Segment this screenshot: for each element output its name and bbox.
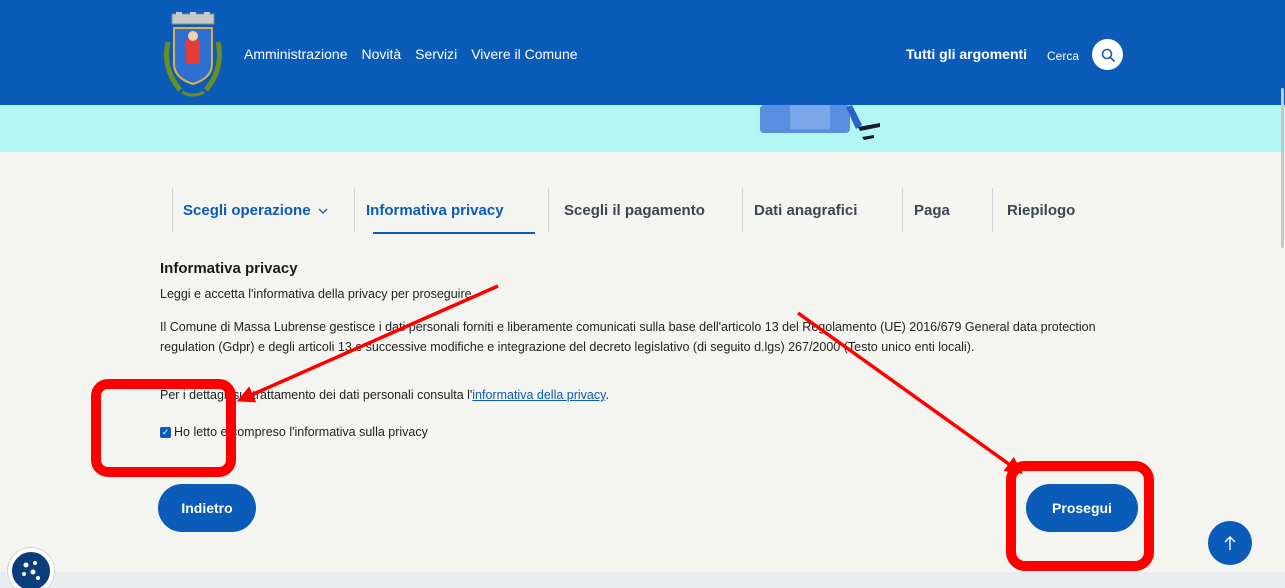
- step-riepilogo[interactable]: Riepilogo: [992, 188, 1112, 232]
- privacy-details-text: Per i dettagli sul trattamento dei dati …: [160, 388, 609, 402]
- chevron-down-icon: [318, 208, 328, 214]
- search-icon: [1101, 48, 1115, 62]
- checkbox-checked-icon[interactable]: ✓: [160, 426, 171, 438]
- hero-illustration: [760, 105, 880, 140]
- details-suffix: .: [605, 388, 609, 402]
- nav-servizi[interactable]: Servizi: [415, 46, 457, 62]
- intro-text: Leggi e accetta l'informativa della priv…: [160, 287, 472, 301]
- nav-vivere-il-comune[interactable]: Vivere il Comune: [471, 46, 577, 62]
- back-button[interactable]: Indietro: [158, 484, 256, 532]
- nav-amministrazione[interactable]: Amministrazione: [244, 46, 347, 62]
- step-dati-anagrafici[interactable]: Dati anagrafici: [742, 188, 902, 232]
- step-label: Informativa privacy: [366, 202, 504, 219]
- search-label[interactable]: Cerca: [1047, 49, 1079, 63]
- scrollbar-thumb[interactable]: [1281, 88, 1284, 248]
- nav-novita[interactable]: Novità: [361, 46, 401, 62]
- step-informativa-privacy[interactable]: Informativa privacy: [354, 188, 548, 234]
- step-scegli-pagamento[interactable]: Scegli il pagamento: [548, 188, 742, 232]
- all-topics-link[interactable]: Tutti gli argomenti: [906, 46, 1027, 62]
- arrow-up-icon: [1224, 536, 1236, 550]
- details-prefix: Per i dettagli sul trattamento dei dati …: [160, 388, 473, 402]
- step-indicator: Scegli operazione Informativa privacy Sc…: [172, 188, 1112, 234]
- privacy-body-text: Il Comune di Massa Lubrense gestisce i d…: [160, 320, 1096, 354]
- municipality-logo[interactable]: [158, 12, 228, 98]
- step-paga[interactable]: Paga: [902, 188, 992, 232]
- active-step-underline: [373, 232, 535, 234]
- checkbox-label: Ho letto e compreso l'informativa sulla …: [174, 425, 428, 439]
- hero-banner: [0, 105, 1285, 152]
- back-to-top-button[interactable]: [1208, 521, 1252, 565]
- section-title: Informativa privacy: [160, 260, 298, 277]
- step-label: Dati anagrafici: [754, 202, 858, 219]
- cookie-settings-button[interactable]: [8, 548, 54, 588]
- main-nav: Amministrazione Novità Servizi Vivere il…: [244, 46, 592, 62]
- cookie-icon: [22, 561, 40, 580]
- step-label: Riepilogo: [1007, 202, 1076, 219]
- search-button[interactable]: [1092, 39, 1123, 70]
- step-label: Paga: [914, 202, 950, 219]
- privacy-consent-checkbox[interactable]: ✓ Ho letto e compreso l'informativa sull…: [160, 425, 428, 439]
- step-label: Scegli il pagamento: [564, 202, 705, 219]
- footer-strip: [0, 572, 1285, 588]
- next-button[interactable]: Prosegui: [1026, 484, 1138, 532]
- step-label: Scegli operazione: [183, 202, 311, 219]
- site-header: Amministrazione Novità Servizi Vivere il…: [0, 0, 1285, 105]
- privacy-policy-link[interactable]: informativa della privacy: [472, 388, 605, 402]
- step-scegli-operazione[interactable]: Scegli operazione: [172, 188, 354, 232]
